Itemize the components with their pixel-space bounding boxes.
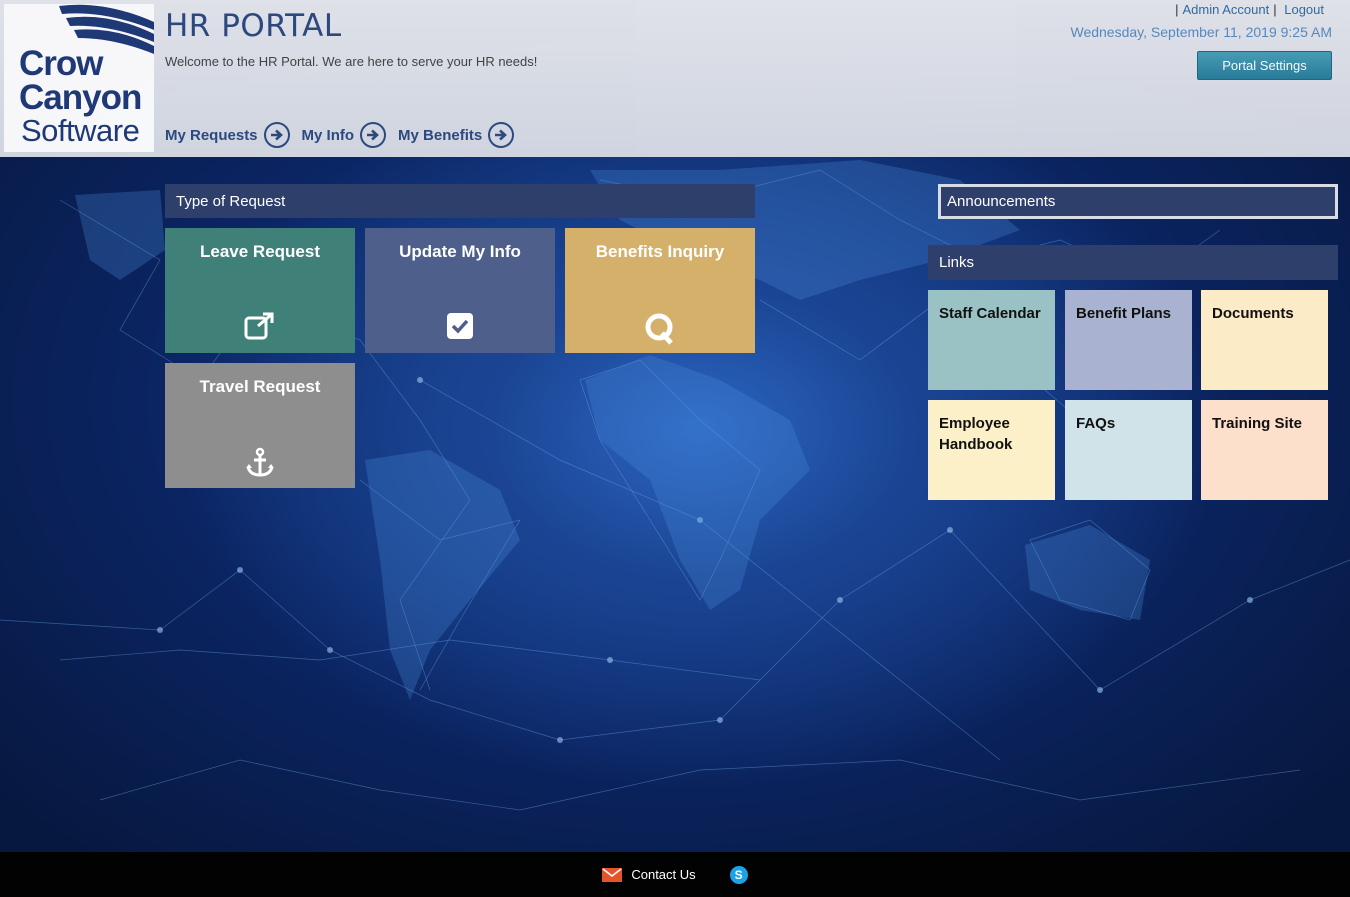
benefit-plans-link[interactable]: Benefit Plans xyxy=(1065,290,1192,390)
header-bar: Crow Canyon Software HR PORTAL Welcome t… xyxy=(0,0,1350,157)
faqs-link[interactable]: FAQs xyxy=(1065,400,1192,500)
admin-account-link[interactable]: Admin Account xyxy=(1183,2,1270,17)
type-of-request-header: Type of Request xyxy=(165,184,755,218)
links-header: Links xyxy=(928,245,1338,280)
external-link-icon xyxy=(165,312,355,340)
nav-label: My Info xyxy=(301,126,355,144)
separator: | xyxy=(1273,2,1277,17)
q-icon xyxy=(565,312,755,346)
logout-link[interactable]: Logout xyxy=(1284,2,1324,17)
main-nav: My Requests My Info My Benefits xyxy=(165,122,515,148)
logo-text-software: Software xyxy=(21,113,140,148)
announcements-header: Announcements xyxy=(938,184,1338,219)
nav-label: My Benefits xyxy=(398,126,483,144)
contact-us-link[interactable]: Contact Us xyxy=(602,867,696,882)
mail-icon xyxy=(602,867,623,882)
skype-icon[interactable]: S xyxy=(729,865,748,884)
employee-handbook-link[interactable]: Employee Handbook xyxy=(928,400,1055,500)
footer-bar: Contact Us S xyxy=(0,852,1350,897)
nav-my-info[interactable]: My Info xyxy=(302,122,387,148)
arrow-right-circle-icon xyxy=(263,122,290,148)
separator: | xyxy=(1175,2,1179,17)
current-datetime: Wednesday, September 11, 2019 9:25 AM xyxy=(1070,24,1332,40)
benefits-inquiry-tile[interactable]: Benefits Inquiry xyxy=(565,228,755,353)
welcome-message: Welcome to the HR Portal. We are here to… xyxy=(165,54,538,69)
nav-my-requests[interactable]: My Requests xyxy=(165,122,290,148)
leave-request-tile[interactable]: Leave Request xyxy=(165,228,355,353)
tile-label: Leave Request xyxy=(200,242,320,261)
tile-label: Update My Info xyxy=(399,242,521,261)
nav-label: My Requests xyxy=(165,126,258,144)
arrow-right-circle-icon xyxy=(488,122,515,148)
company-logo: Crow Canyon Software xyxy=(4,4,154,152)
logo-text-crow: Crow xyxy=(19,44,103,83)
checkbox-icon xyxy=(365,312,555,340)
anchor-icon xyxy=(165,447,355,479)
staff-calendar-link[interactable]: Staff Calendar xyxy=(928,290,1055,390)
tile-label: Travel Request xyxy=(199,377,321,396)
logo-text-canyon: Canyon xyxy=(19,78,142,117)
portal-settings-button[interactable]: Portal Settings xyxy=(1197,51,1332,80)
contact-us-label: Contact Us xyxy=(631,867,696,882)
training-site-link[interactable]: Training Site xyxy=(1201,400,1328,500)
documents-link[interactable]: Documents xyxy=(1201,290,1328,390)
arrow-right-circle-icon xyxy=(360,122,387,148)
account-links: | Admin Account | Logout xyxy=(1175,2,1328,17)
tile-label: Benefits Inquiry xyxy=(595,242,725,261)
page-title: HR PORTAL xyxy=(165,8,342,44)
travel-request-tile[interactable]: Travel Request xyxy=(165,363,355,488)
update-my-info-tile[interactable]: Update My Info xyxy=(365,228,555,353)
nav-my-benefits[interactable]: My Benefits xyxy=(398,122,515,148)
